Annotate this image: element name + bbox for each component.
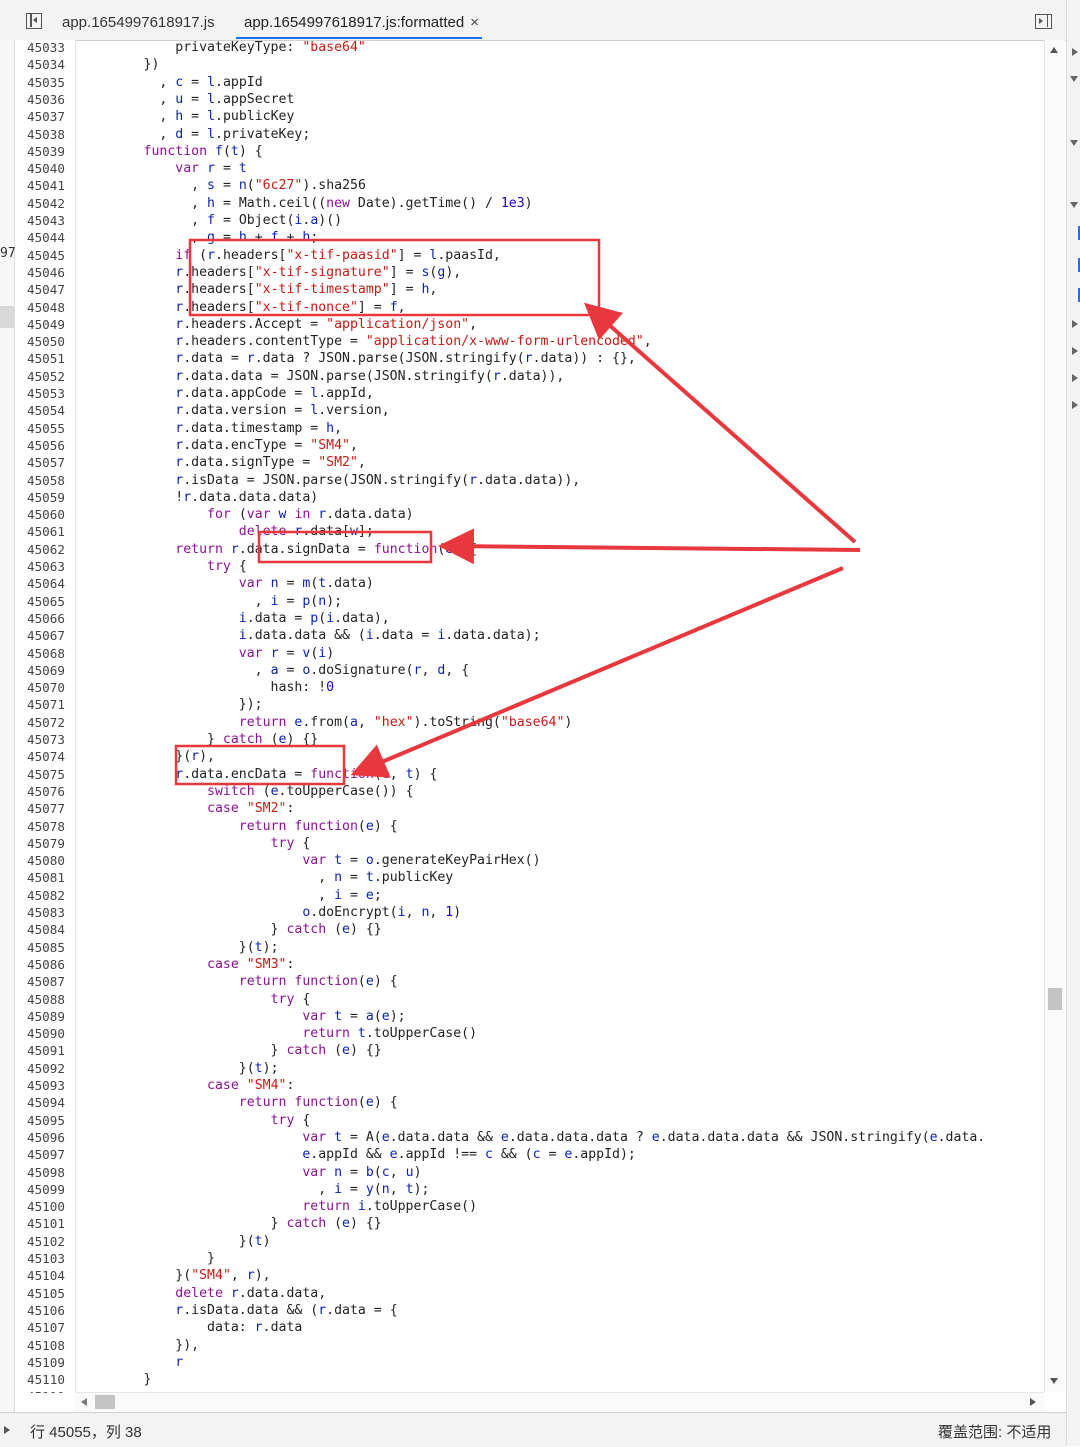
highlight-box-signdata: [257, 530, 433, 564]
status-bar: 行 45055，列 38 覆盖范围: 不适用: [0, 1412, 1066, 1447]
highlight-box-encdata: [174, 744, 346, 786]
highlight-box-headers: [188, 238, 601, 317]
annotation-overlay: [174, 238, 861, 786]
arrow-to-encdata: [350, 566, 844, 778]
arrow-to-headers: [584, 302, 857, 544]
drawer-toggle-icon[interactable]: [4, 1426, 10, 1434]
arrow-to-signdata: [438, 528, 861, 565]
coverage-status: 覆盖范围: 不适用: [938, 1424, 1052, 1441]
cursor-position[interactable]: 行 45055，列 38: [30, 1421, 142, 1442]
